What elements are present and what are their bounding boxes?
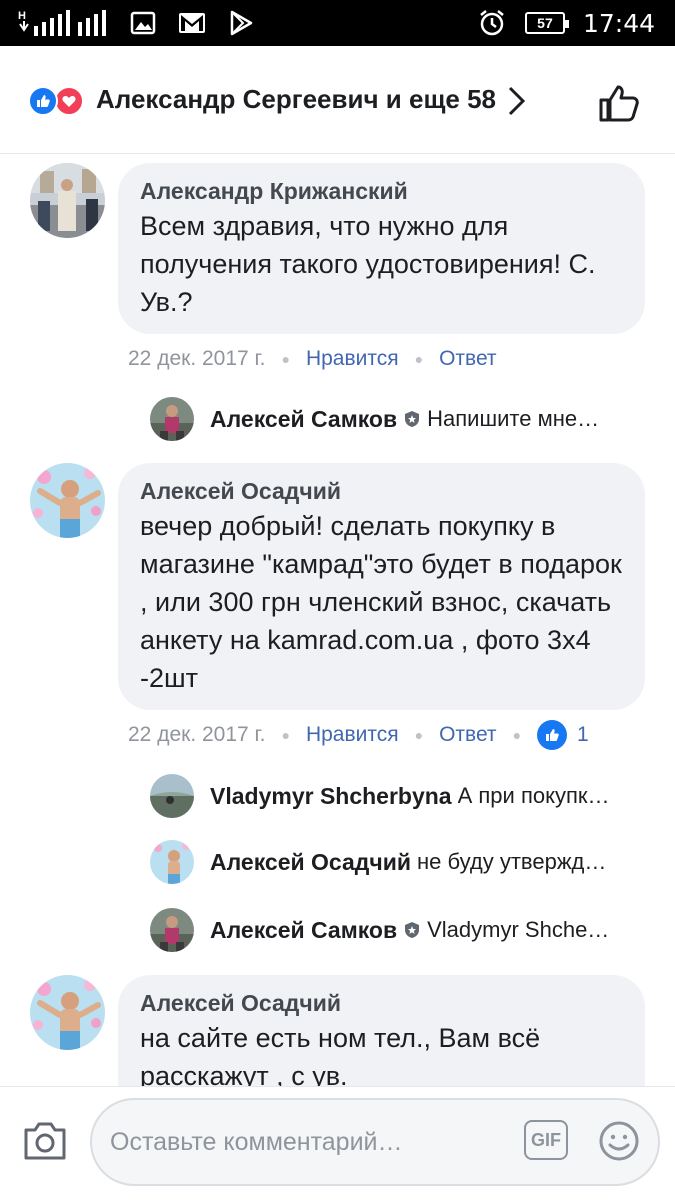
comment-meta: 22 дек. 2017 г. ● Нравится ● Ответ ● 1 [128, 720, 589, 750]
reply-author[interactable]: Vladymyr Shcherbyna [210, 783, 452, 810]
like-button[interactable]: Нравится [306, 347, 399, 371]
reply-text: А при покупк… [457, 783, 610, 808]
separator-dot: ● [512, 727, 522, 743]
reply-row[interactable]: Алексей Осадчий не буду утвержд… [150, 839, 650, 885]
comment-text: на сайте есть ном тел., Вам всё расскажу… [140, 1023, 541, 1091]
comment-meta: 22 дек. 2017 г. ● Нравится ● Ответ [128, 344, 497, 374]
like-count-value: 1 [577, 723, 589, 746]
camera-icon[interactable] [22, 1120, 68, 1162]
gallery-notification-icon [130, 11, 156, 35]
separator-dot: ● [414, 727, 424, 743]
avatar[interactable] [150, 840, 194, 884]
comment-author[interactable]: Алексей Осадчий [140, 989, 623, 1017]
avatar[interactable] [150, 908, 194, 952]
chevron-right-icon[interactable] [505, 84, 529, 118]
comment-date[interactable]: 22 дек. 2017 г. [128, 347, 265, 371]
shield-badge-icon [405, 411, 420, 427]
reply-author[interactable]: Алексей Осадчий [210, 849, 411, 876]
signal-icon: H [18, 10, 106, 36]
avatar[interactable] [30, 463, 105, 538]
reply-author[interactable]: Алексей Самков [210, 917, 397, 944]
avatar[interactable] [30, 163, 105, 238]
gmail-notification-icon [179, 13, 205, 33]
comment-bubble[interactable]: Алексей Осадчий вечер добрый! сделать по… [118, 463, 645, 710]
avatar[interactable] [30, 975, 105, 1050]
battery-icon: 57 [524, 12, 569, 34]
avatar[interactable] [150, 774, 194, 818]
comment-input-placeholder[interactable]: Оставьте комментарий… [110, 1128, 403, 1157]
reply-text: не буду утвержд… [417, 849, 607, 874]
separator-dot: ● [281, 351, 290, 367]
comment-author[interactable]: Александр Крижанский [140, 177, 623, 205]
like-button[interactable]: Нравится [306, 723, 399, 747]
emoji-icon[interactable] [598, 1120, 640, 1162]
separator-dot: ● [281, 727, 290, 743]
network-type: H [18, 10, 26, 22]
reply-button[interactable]: Ответ [439, 347, 496, 371]
shield-badge-icon [405, 922, 420, 938]
reply-row[interactable]: Алексей Самков Vladymyr Shche… [150, 907, 650, 953]
reaction-icons [28, 86, 84, 116]
reactions-summary[interactable]: Александр Сергеевич и еще 58 [96, 84, 496, 115]
comment-like-count[interactable]: 1 [537, 720, 589, 750]
like-reaction-icon [537, 720, 568, 750]
gif-button[interactable]: GIF [524, 1120, 568, 1160]
status-bar: H 57 17:44 [0, 0, 675, 46]
comment-text: вечер добрый! сделать покупку в магазине… [140, 511, 622, 693]
comment-bubble[interactable]: Александр Крижанский Всем здравия, что н… [118, 163, 645, 334]
comment-text: Всем здравия, что нужно для получения та… [140, 211, 596, 317]
separator-dot: ● [414, 351, 424, 367]
like-reaction-icon [28, 86, 58, 116]
comment-date[interactable]: 22 дек. 2017 г. [128, 723, 265, 747]
reply-author[interactable]: Алексей Самков [210, 406, 397, 433]
reply-button[interactable]: Ответ [439, 723, 496, 747]
comment-input[interactable]: Оставьте комментарий… GIF [90, 1098, 660, 1186]
avatar[interactable] [150, 397, 194, 441]
reply-text: Vladymyr Shche… [427, 917, 610, 942]
comment-author[interactable]: Алексей Осадчий [140, 477, 623, 505]
status-time: 17:44 [582, 8, 655, 38]
battery-level: 57 [537, 15, 553, 31]
like-post-button[interactable] [598, 82, 640, 124]
reply-row[interactable]: Vladymyr Shcherbyna А при покупк… [150, 773, 650, 819]
reactions-header[interactable]: Александр Сергеевич и еще 58 [0, 46, 675, 154]
play-store-notification-icon [230, 10, 253, 36]
reply-text: Напишите мне… [427, 406, 600, 431]
alarm-icon [480, 10, 504, 36]
reply-row[interactable]: Алексей Самков Напишите мне… [150, 396, 650, 442]
love-reaction-icon [54, 86, 84, 116]
